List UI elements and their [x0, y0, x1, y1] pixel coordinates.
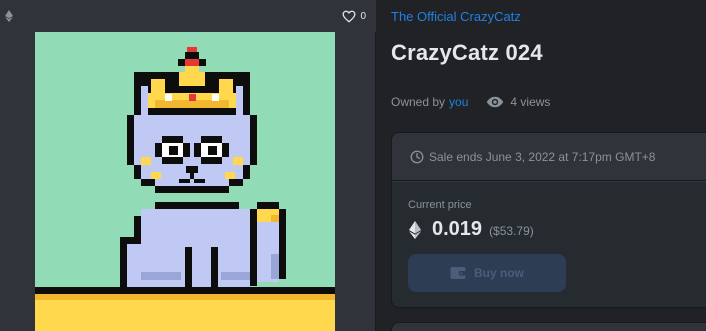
nft-image-card: 0	[0, 0, 376, 331]
owner-row: Owned by you 4 views	[391, 93, 550, 111]
owner-link[interactable]: you	[449, 95, 468, 109]
ethereum-icon	[409, 220, 421, 239]
sale-body: Current price 0.019 ($53.79) Buy now	[392, 182, 706, 307]
eye-icon	[487, 96, 504, 108]
favorite-control[interactable]: 0	[342, 8, 366, 24]
nft-artwork[interactable]	[35, 32, 335, 331]
price-row: 0.019 ($53.79)	[409, 218, 534, 241]
ethereum-icon	[5, 10, 13, 22]
wallet-icon	[450, 267, 466, 279]
item-title: CrazyCatz 024	[391, 40, 543, 65]
next-panel	[391, 322, 706, 331]
sale-panel: Sale ends June 3, 2022 at 7:17pm GMT+8 C…	[391, 132, 706, 308]
image-card-header: 0	[0, 0, 376, 32]
sale-header: Sale ends June 3, 2022 at 7:17pm GMT+8	[392, 133, 706, 181]
favorite-count: 0	[360, 10, 366, 22]
buy-now-button[interactable]: Buy now	[408, 254, 566, 292]
sale-ends-text: Sale ends June 3, 2022 at 7:17pm GMT+8	[429, 149, 656, 164]
views-count: 4 views	[510, 95, 551, 109]
price-usd: ($53.79)	[489, 224, 534, 238]
owner-prefix: Owned by	[391, 95, 446, 109]
price-label: Current price	[408, 199, 472, 211]
heart-icon[interactable]	[342, 10, 356, 23]
collection-link[interactable]: The Official CrazyCatz	[391, 9, 521, 24]
price-value: 0.019	[432, 218, 483, 240]
clock-icon	[410, 150, 424, 163]
buy-now-label: Buy now	[474, 266, 524, 280]
